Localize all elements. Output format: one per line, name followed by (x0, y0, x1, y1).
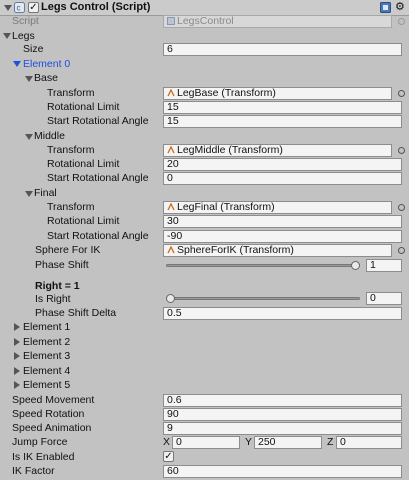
final-rot-limit-label: Rotational Limit (47, 215, 120, 227)
final-label[interactable]: Final (34, 186, 57, 200)
element4-foldout-arrow-icon[interactable] (14, 367, 20, 375)
middle-rot-limit-field[interactable]: 20 (163, 158, 402, 171)
middle-transform-value: LegMiddle (Transform) (177, 144, 283, 156)
final-transform-value: LegFinal (Transform) (177, 201, 275, 213)
final-rot-limit-field[interactable]: 30 (163, 215, 402, 228)
middle-object-picker-icon[interactable] (398, 147, 405, 154)
element3-label[interactable]: Element 3 (23, 349, 70, 363)
legs-label[interactable]: Legs (12, 29, 35, 43)
element1-foldout-arrow-icon[interactable] (14, 323, 20, 331)
element5-label[interactable]: Element 5 (23, 378, 70, 392)
speed-movement-field[interactable]: 0.6 (163, 394, 402, 407)
element0-foldout-arrow-icon[interactable] (13, 61, 21, 67)
element2-foldout-arrow-icon[interactable] (14, 338, 20, 346)
jump-z-field[interactable]: 0 (336, 436, 402, 449)
transform-icon (167, 246, 175, 254)
ik-factor-label: IK Factor (12, 465, 55, 477)
sphere-ik-value: SphereForIK (Transform) (177, 244, 294, 256)
jump-x-field[interactable]: 0 (172, 436, 240, 449)
base-start-angle-label: Start Rotational Angle (47, 115, 149, 127)
script-object-picker-icon (398, 18, 405, 25)
sphere-object-picker-icon[interactable] (398, 247, 405, 254)
legs-foldout-arrow-icon[interactable] (3, 33, 11, 39)
base-foldout-arrow-icon[interactable] (25, 76, 33, 82)
ik-factor-field[interactable]: 60 (163, 465, 402, 478)
script-icon: c (14, 2, 25, 13)
base-rot-limit-label: Rotational Limit (47, 101, 120, 113)
component-foldout-arrow-icon[interactable] (4, 5, 12, 11)
middle-start-angle-field[interactable]: 0 (163, 172, 402, 185)
final-foldout-arrow-icon[interactable] (25, 191, 33, 197)
component-title: Legs Control (Script) (41, 1, 151, 13)
base-transform-label: Transform (47, 87, 95, 99)
is-right-slider-knob[interactable] (166, 294, 175, 303)
jump-x-label: X (163, 436, 171, 448)
sphere-ik-label: Sphere For IK (35, 244, 101, 256)
size-field[interactable]: 6 (163, 43, 402, 56)
final-start-angle-label: Start Rotational Angle (47, 230, 149, 242)
speed-rotation-label: Speed Rotation (12, 408, 85, 420)
speed-animation-field[interactable]: 9 (163, 422, 402, 435)
transform-icon (167, 89, 175, 97)
script-label: Script (12, 15, 39, 27)
jump-force-label: Jump Force (12, 436, 68, 448)
sphere-ik-field[interactable]: SphereForIK (Transform) (163, 244, 392, 257)
is-right-label: Is Right (35, 293, 71, 305)
base-object-picker-icon[interactable] (398, 90, 405, 97)
speed-rotation-field[interactable]: 90 (163, 408, 402, 421)
is-right-field[interactable]: 0 (366, 292, 402, 305)
element5-foldout-arrow-icon[interactable] (14, 381, 20, 389)
element0-label[interactable]: Element 0 (23, 57, 70, 71)
script-field: LegsControl (163, 15, 392, 28)
component-enabled-checkbox[interactable]: ✓ (28, 2, 39, 13)
ik-enabled-checkbox[interactable]: ✓ (163, 451, 174, 462)
element1-label[interactable]: Element 1 (23, 320, 70, 334)
base-transform-value: LegBase (Transform) (177, 87, 276, 99)
is-right-slider-track[interactable] (166, 297, 360, 300)
phase-shift-slider-knob[interactable] (351, 261, 360, 270)
phase-delta-field[interactable]: 0.5 (163, 307, 402, 320)
jump-y-label: Y (245, 436, 253, 448)
final-start-angle-field[interactable]: -90 (163, 230, 402, 243)
phase-delta-label: Phase Shift Delta (35, 307, 117, 319)
final-transform-label: Transform (47, 201, 95, 213)
script-field-value: LegsControl (177, 15, 234, 27)
element3-foldout-arrow-icon[interactable] (14, 352, 20, 360)
transform-icon (167, 203, 175, 211)
jump-z-label: Z (327, 436, 334, 448)
right-header: Right = 1 (35, 280, 80, 292)
middle-rot-limit-label: Rotational Limit (47, 158, 120, 170)
speed-animation-label: Speed Animation (12, 422, 92, 434)
middle-transform-label: Transform (47, 144, 95, 156)
jump-y-field[interactable]: 250 (254, 436, 322, 449)
base-transform-field[interactable]: LegBase (Transform) (163, 87, 392, 100)
transform-icon (167, 146, 175, 154)
speed-movement-label: Speed Movement (12, 394, 95, 406)
script-file-icon (167, 17, 175, 25)
ik-enabled-label: Is IK Enabled (12, 451, 75, 463)
phase-shift-label: Phase Shift (35, 259, 89, 271)
final-object-picker-icon[interactable] (398, 204, 405, 211)
middle-start-angle-label: Start Rotational Angle (47, 172, 149, 184)
svg-text:c: c (17, 4, 21, 13)
phase-shift-field[interactable]: 1 (366, 259, 402, 272)
phase-shift-slider-track[interactable] (166, 264, 360, 267)
gear-icon[interactable]: ⚙ (395, 0, 405, 14)
size-label: Size (23, 43, 44, 55)
book-help-icon[interactable] (380, 2, 391, 13)
middle-transform-field[interactable]: LegMiddle (Transform) (163, 144, 392, 157)
final-transform-field[interactable]: LegFinal (Transform) (163, 201, 392, 214)
element4-label[interactable]: Element 4 (23, 364, 70, 378)
base-label[interactable]: Base (34, 71, 58, 85)
middle-foldout-arrow-icon[interactable] (25, 134, 33, 140)
element2-label[interactable]: Element 2 (23, 335, 70, 349)
base-rot-limit-field[interactable]: 15 (163, 101, 402, 114)
middle-label[interactable]: Middle (34, 129, 65, 143)
base-start-angle-field[interactable]: 15 (163, 115, 402, 128)
